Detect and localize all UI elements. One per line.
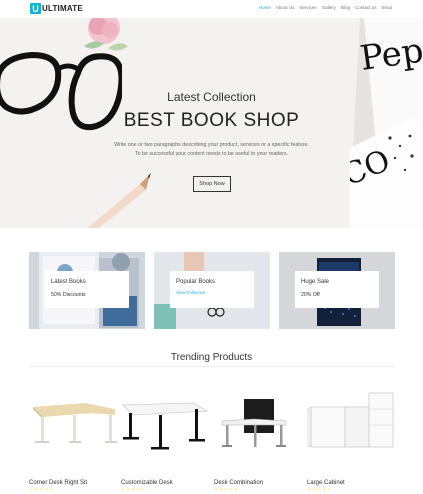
- section-divider: [30, 366, 394, 367]
- product-name[interactable]: Desk Combination: [214, 480, 304, 486]
- card-label-box: Latest Books 50% Discounts: [45, 271, 129, 308]
- card-huge-sale[interactable]: Huge Sale 20% Off: [279, 252, 395, 329]
- product-card[interactable]: Desk Combination ☆☆☆☆☆: [214, 385, 304, 493]
- product-card[interactable]: Customizable Desk ☆☆☆☆☆: [121, 385, 211, 493]
- card-latest-books[interactable]: Latest Books 50% Discounts: [29, 252, 145, 329]
- nav-item-blog[interactable]: Blog: [341, 5, 350, 10]
- customizable-desk-image: [122, 402, 209, 450]
- rating-stars-icon: ☆☆☆☆☆: [121, 487, 146, 493]
- hero-desc-line-2: To be successful your content needs to b…: [134, 150, 289, 157]
- card-title: Popular Books: [176, 279, 216, 285]
- card-popular-books[interactable]: Popular Books View Collection: [154, 252, 270, 329]
- card-label-box: Popular Books View Collection: [170, 271, 254, 308]
- card-subtitle: 20% Off: [301, 292, 320, 298]
- brand-logo[interactable]: U ULTIMATE: [30, 3, 83, 14]
- hero-section: Pep CO Latest Collection BEST BOOK SHOP …: [0, 18, 423, 228]
- view-collection-link[interactable]: View Collection: [176, 290, 248, 295]
- hero-desc-line-1: Write one or two paragraphs describing y…: [114, 142, 309, 148]
- nav-item-gallery[interactable]: Gallery: [322, 5, 336, 10]
- desk-combination-image: [221, 399, 287, 447]
- pencil-image: [87, 173, 151, 228]
- nav-item-contact[interactable]: Contact us: [355, 5, 377, 10]
- card-title: Huge Sale: [301, 279, 330, 285]
- product-name[interactable]: Large Cabinet: [307, 480, 397, 486]
- product-name[interactable]: Customizable Desk: [121, 480, 211, 486]
- nav-item-shop[interactable]: Shop: [381, 5, 392, 10]
- large-cabinet-image: [304, 392, 394, 448]
- product-card[interactable]: Large Cabinet ☆☆☆☆☆: [304, 385, 397, 493]
- brand-name: ULTIMATE: [42, 4, 83, 13]
- card-title: Latest Books: [51, 279, 86, 285]
- shop-now-button[interactable]: Shop Now: [193, 176, 231, 192]
- logo-mark-icon: U: [30, 3, 41, 14]
- rating-stars-icon: ☆☆☆☆☆: [307, 487, 332, 493]
- rating-stars-icon: ☆☆☆☆☆: [214, 487, 239, 493]
- nav-item-home[interactable]: Home: [259, 5, 271, 10]
- product-card[interactable]: Corner Desk Right Sit ☆☆☆☆☆: [29, 385, 119, 493]
- nav-item-about[interactable]: About Us: [276, 5, 295, 10]
- trending-title: Trending Products: [170, 352, 253, 363]
- hero-description: Write one or two paragraphs describing y…: [100, 141, 323, 158]
- corner-desk-image: [33, 403, 117, 443]
- card-label-box: Huge Sale 20% Off: [295, 271, 379, 308]
- main-nav: Home About Us Services Gallery Blog Cont…: [259, 5, 392, 10]
- hero-title: BEST BOOK SHOP: [123, 110, 300, 131]
- product-name[interactable]: Corner Desk Right Sit: [29, 480, 119, 486]
- hero-subtitle: Latest Collection: [167, 90, 256, 104]
- magazine-title-text: Pep: [358, 30, 423, 78]
- nav-item-services[interactable]: Services: [299, 5, 316, 10]
- card-subtitle: 50% Discounts: [51, 292, 86, 298]
- site-header: U ULTIMATE Home About Us Services Galler…: [0, 0, 423, 18]
- rating-stars-icon: ☆☆☆☆☆: [29, 487, 54, 493]
